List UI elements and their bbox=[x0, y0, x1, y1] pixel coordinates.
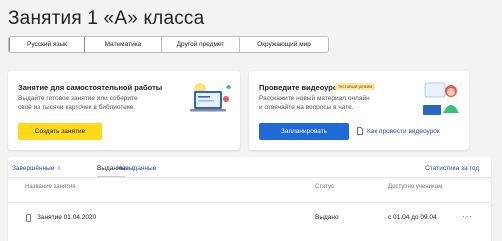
self-work-desc-line1: Выдайте готовое занятие или соберите bbox=[18, 95, 138, 102]
tab-world[interactable]: Окружающий мир bbox=[240, 37, 328, 52]
tab-not-issued-label: Невыданные bbox=[117, 165, 157, 172]
header-divider bbox=[8, 202, 491, 203]
howto-video-label: Как провести видеоурок bbox=[367, 127, 440, 135]
tab-completed-count: 6 bbox=[57, 166, 61, 172]
video-card-desc: Расскажите новый материал онлайн и отвеч… bbox=[259, 94, 399, 112]
test-mode-badge: тестовый режим bbox=[335, 83, 376, 90]
tab-math[interactable]: Математика bbox=[85, 37, 162, 52]
year-stats-link[interactable]: Статистика за год bbox=[425, 165, 479, 172]
self-work-card: Занятие для самостоятельной работы Выдай… bbox=[8, 71, 240, 150]
page-title: Занятия 1 «А» класса bbox=[8, 8, 205, 29]
tab-russian[interactable]: Русский язык bbox=[9, 37, 85, 52]
teacher-illustration-icon bbox=[423, 82, 459, 115]
lesson-available: с 01.04 до 09.04 bbox=[388, 214, 437, 221]
lessons-panel: Завершённые 6 Выданные 1 Невыданные Статис… bbox=[8, 157, 491, 241]
self-work-desc: Выдайте готовое занятие или соберите сво… bbox=[18, 94, 158, 112]
video-lesson-card: Проведите видеоурок тестовый режим Расск… bbox=[249, 71, 469, 150]
tab-other-subject[interactable]: Другой предмет bbox=[162, 37, 240, 52]
table-header: Название занятия Статус Доступно ученика… bbox=[8, 184, 491, 198]
tabs-divider bbox=[8, 177, 491, 178]
row-menu-button[interactable]: ··· bbox=[462, 212, 473, 221]
column-name: Название занятия bbox=[25, 184, 76, 190]
howto-video-link[interactable]: Как провести видеоурок bbox=[357, 127, 440, 135]
lesson-status: Выдано bbox=[315, 214, 339, 221]
document-icon bbox=[357, 127, 363, 135]
schedule-button[interactable]: Запланировать bbox=[259, 123, 349, 140]
lesson-name[interactable]: Занятие 01.04.2020 bbox=[37, 214, 96, 221]
tab-completed-label: Завершённые bbox=[12, 165, 55, 172]
subject-tabs: Русский язык Математика Другой предмет О… bbox=[8, 36, 329, 53]
laptop-illustration-icon bbox=[190, 83, 231, 112]
tab-completed[interactable]: Завершённые 6 bbox=[12, 165, 61, 172]
column-status: Статус bbox=[315, 184, 334, 190]
table-row[interactable]: Занятие 01.04.2020 Выдано с 01.04 до 09.… bbox=[8, 212, 491, 226]
video-card-title: Проведите видеоурок bbox=[259, 83, 342, 92]
create-lesson-button[interactable]: Создать занятие bbox=[18, 123, 102, 140]
self-work-title: Занятие для самостоятельной работы bbox=[18, 83, 163, 92]
tab-not-issued[interactable]: Невыданные bbox=[117, 165, 156, 172]
phone-icon bbox=[26, 214, 31, 222]
video-desc-line1: Расскажите новый материал онлайн bbox=[259, 95, 370, 102]
video-desc-line2: и отвечайте на вопросы в чате. bbox=[259, 104, 354, 111]
column-available: Доступно ученикам bbox=[388, 184, 443, 190]
self-work-desc-line2: своё из тысячи карточек в библиотеке. bbox=[18, 104, 136, 111]
